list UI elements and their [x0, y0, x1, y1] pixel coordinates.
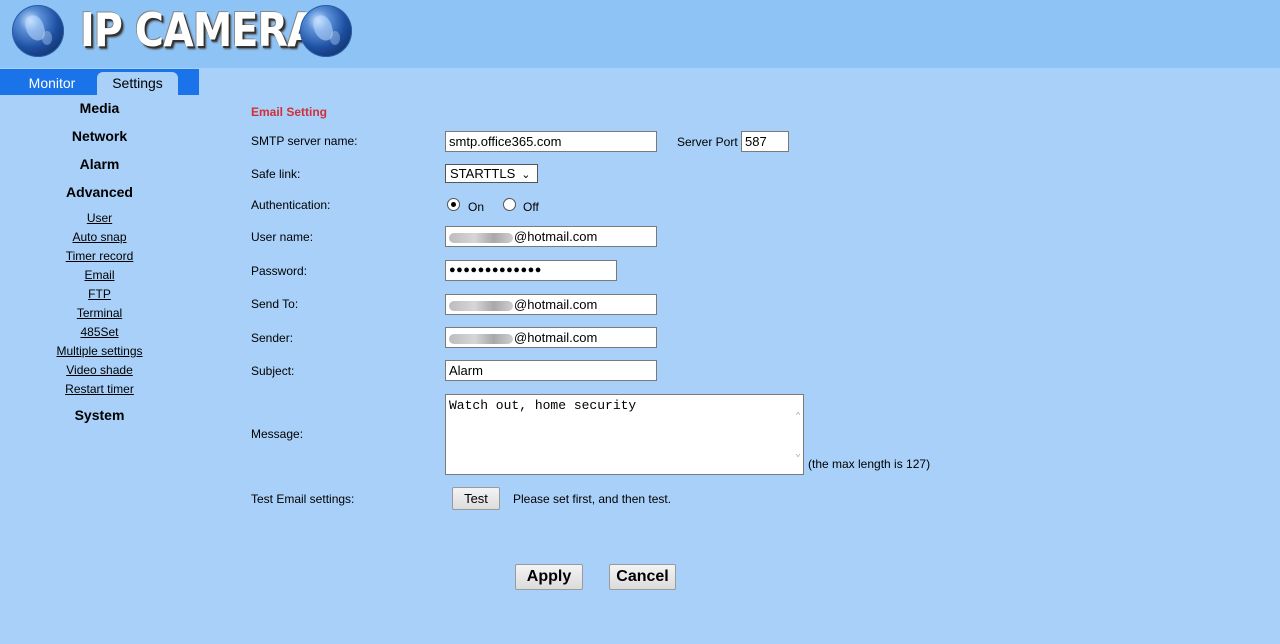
nav-link-terminal[interactable]: Terminal [0, 304, 199, 323]
scroll-down-icon[interactable]: ⌄ [795, 448, 801, 460]
message-text: Watch out, home security [449, 398, 637, 413]
subject-label: Subject: [251, 364, 295, 378]
nav-link-video-shade[interactable]: Video shade [0, 361, 199, 380]
username-suffix: @hotmail.com [514, 229, 598, 244]
nav-link-user[interactable]: User [0, 209, 199, 228]
sender-suffix: @hotmail.com [514, 330, 598, 345]
username-input[interactable]: @hotmail.com [445, 226, 657, 247]
max-length-note: (the max length is 127) [808, 457, 931, 471]
nav-link-email[interactable]: Email [0, 266, 199, 285]
safe-link-select[interactable]: STARTTLS ⌄ [445, 164, 538, 183]
safe-link-label: Safe link: [251, 167, 301, 181]
header: IP CAMERA [0, 0, 1280, 68]
nav-link-timer-record[interactable]: Timer record [0, 247, 199, 266]
nav-network[interactable]: Network [0, 122, 199, 150]
sender-input[interactable]: @hotmail.com [445, 327, 657, 348]
message-textarea[interactable]: Watch out, home security ⌃ ⌄ [445, 394, 804, 475]
nav-advanced[interactable]: Advanced [0, 178, 199, 206]
tab-bar: Monitor Settings [0, 69, 199, 95]
nav-link-485set[interactable]: 485Set [0, 323, 199, 342]
nav-system[interactable]: System [0, 401, 199, 429]
send-to-suffix: @hotmail.com [514, 297, 598, 312]
test-hint: Please set first, and then test. [513, 492, 672, 506]
tab-monitor[interactable]: Monitor [0, 72, 104, 95]
redacted-text [449, 300, 513, 311]
message-label: Message: [251, 427, 304, 441]
nav-alarm[interactable]: Alarm [0, 150, 199, 178]
redacted-text [449, 333, 513, 344]
nav-link-restart-timer[interactable]: Restart timer [0, 380, 199, 399]
tab-settings[interactable]: Settings [97, 72, 178, 95]
auth-on-label: On [468, 200, 485, 214]
nav-menu: Media Network Alarm Advanced User Auto s… [0, 94, 199, 429]
password-input[interactable]: ●●●●●●●●●●●●● [445, 260, 617, 281]
nav-link-multiple-settings[interactable]: Multiple settings [0, 342, 199, 361]
app-title: IP CAMERA [80, 3, 318, 57]
smtp-server-input[interactable]: smtp.office365.com [445, 131, 657, 152]
username-label: User name: [251, 230, 314, 244]
password-label: Password: [251, 264, 308, 278]
globe-logo-icon [12, 5, 64, 57]
test-email-label: Test Email settings: [251, 492, 355, 506]
redacted-text [449, 232, 513, 243]
auth-off-radio[interactable] [503, 198, 516, 211]
server-port-input[interactable]: 587 [741, 131, 789, 152]
apply-button[interactable]: Apply [515, 564, 583, 590]
chevron-down-icon: ⌄ [521, 169, 531, 181]
scroll-up-icon[interactable]: ⌃ [795, 411, 801, 423]
test-button[interactable]: Test [452, 487, 500, 510]
subject-input[interactable]: Alarm [445, 360, 657, 381]
nav-link-auto-snap[interactable]: Auto snap [0, 228, 199, 247]
authentication-label: Authentication: [251, 198, 331, 212]
nav-link-ftp[interactable]: FTP [0, 285, 199, 304]
cancel-button[interactable]: Cancel [609, 564, 676, 590]
smtp-label: SMTP server name: [251, 134, 358, 148]
auth-off-label: Off [523, 200, 539, 214]
nav-media[interactable]: Media [0, 94, 199, 122]
globe-logo-icon [300, 5, 352, 57]
email-settings-panel: Email Setting SMTP server name: smtp.off… [199, 68, 1280, 644]
send-to-label: Send To: [251, 297, 299, 311]
sender-label: Sender: [251, 331, 294, 345]
server-port-label: Server Port [677, 135, 738, 149]
sidebar: Monitor Settings Media Network Alarm Adv… [0, 68, 199, 644]
safe-link-value: STARTTLS [450, 166, 516, 181]
send-to-input[interactable]: @hotmail.com [445, 294, 657, 315]
section-title: Email Setting [251, 105, 328, 119]
auth-on-radio[interactable] [447, 198, 460, 211]
